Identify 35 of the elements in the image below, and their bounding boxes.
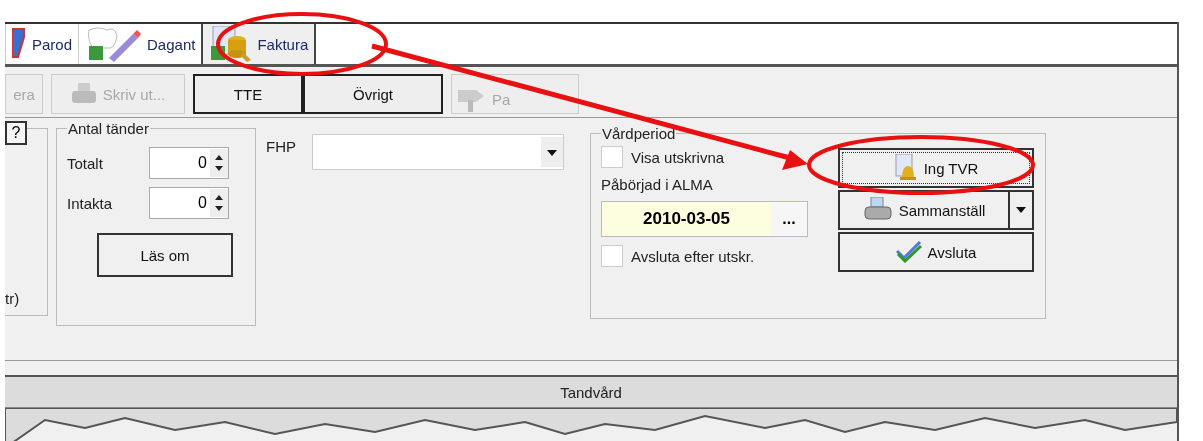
checkbox-label: Visa utskrivna: [631, 148, 725, 166]
finish-button[interactable]: Avsluta: [838, 232, 1034, 272]
printer-icon: [862, 197, 893, 223]
compile-button[interactable]: Sammanställ: [838, 190, 1010, 230]
field-label: Intakta: [67, 194, 114, 212]
toolbar-button[interactable]: TTE: [193, 74, 303, 114]
ribbon-tab[interactable]: Faktura: [201, 24, 317, 64]
field-label: Påbörjad i ALMA: [601, 176, 714, 193]
toolbar-button[interactable]: Övrigt: [303, 74, 443, 114]
field-label: FHP: [266, 138, 296, 155]
tvr-button[interactable]: Ing TVR: [838, 148, 1034, 188]
ruler-icon: [12, 27, 26, 61]
checkbox-label: Avsluta efter utskr.: [631, 247, 755, 265]
group-title: Vårdperiod: [601, 125, 677, 142]
status-text: Tandvård: [560, 383, 622, 401]
checkbox[interactable]: [601, 245, 623, 267]
caret-icon: [1016, 207, 1026, 213]
spin-field[interactable]: 0: [149, 187, 229, 219]
field-label: Totalt: [67, 154, 104, 172]
printer-icon: [70, 83, 97, 105]
checkmark-icon: [895, 241, 922, 263]
tooth-pencil-icon: [85, 26, 142, 62]
document-bell-icon: [893, 154, 918, 182]
reread-button[interactable]: Läs om: [97, 233, 233, 277]
date-picker-button[interactable]: ...: [771, 203, 807, 235]
group-title: Antal tänder: [67, 120, 150, 137]
spin-field[interactable]: 0: [149, 147, 229, 179]
date-field[interactable]: 2010-03-05 ...: [601, 201, 808, 237]
dropdown-button[interactable]: [1010, 190, 1034, 230]
spin-arrows-icon[interactable]: [210, 189, 228, 217]
group-label: tr): [5, 290, 20, 307]
help-button[interactable]: ?: [5, 121, 27, 145]
invoice-coins-icon: [209, 26, 252, 62]
checkbox[interactable]: [601, 146, 623, 168]
spin-arrows-icon[interactable]: [210, 149, 228, 177]
